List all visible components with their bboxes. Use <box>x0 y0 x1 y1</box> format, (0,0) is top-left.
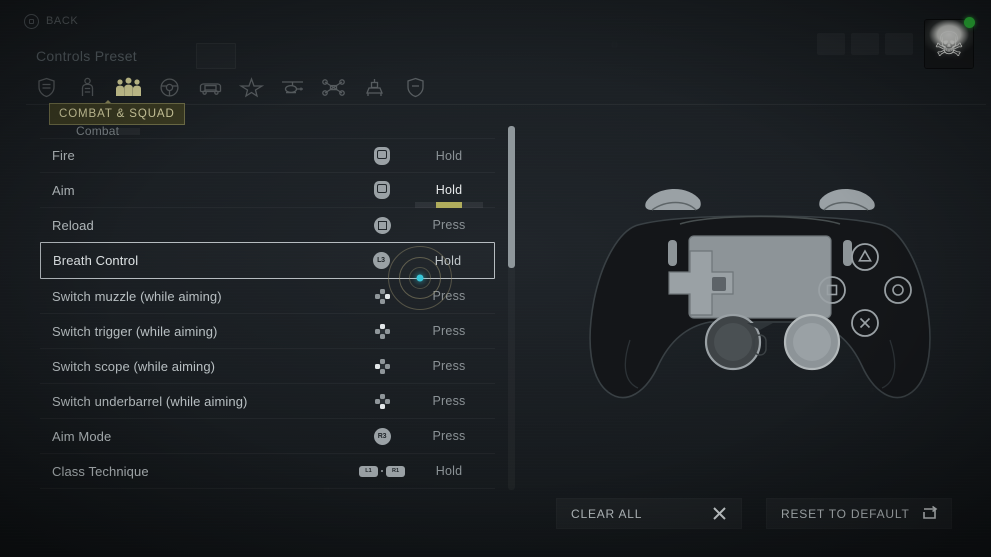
binding-name: Switch trigger (while aiming) <box>52 323 218 339</box>
binding-action-label: Hold <box>435 183 463 197</box>
reset-square-icon <box>921 505 938 522</box>
tab-shield[interactable] <box>26 70 67 104</box>
binding-name: Aim Mode <box>52 428 112 444</box>
circle-button-icon <box>24 13 39 29</box>
subsection-placeholder <box>118 128 140 135</box>
tab-soldier[interactable] <box>67 70 108 104</box>
tab-turret[interactable] <box>354 70 395 104</box>
clear-all-label: CLEAR ALL <box>571 506 643 521</box>
binding-action: Press <box>432 429 466 443</box>
dpad-down-icon <box>361 393 403 410</box>
table-row[interactable]: Switch muzzle (while aiming) Press <box>40 279 495 314</box>
binding-action: Hold <box>403 183 495 208</box>
binding-action: Press <box>432 218 466 232</box>
footer-action-bar[interactable]: CLEAR ALL RESET TO DEFAULT <box>556 498 952 529</box>
settings-screen: BACK ☠ Controls Preset COMBAT & SQUAD Co… <box>0 0 991 557</box>
l1-button-icon: L1 <box>359 465 378 477</box>
l3-label: L3 <box>372 252 390 269</box>
category-tab-bar[interactable] <box>26 70 436 104</box>
avatar[interactable]: ☠ <box>925 17 975 68</box>
tab-drone[interactable] <box>313 70 354 104</box>
subsection-header: Combat <box>76 124 120 138</box>
controls-preset-row[interactable]: Controls Preset <box>36 42 236 70</box>
table-row[interactable]: Switch trigger (while aiming) Press <box>40 314 495 349</box>
binding-name: Class Technique <box>52 463 149 479</box>
clear-all-button[interactable]: CLEAR ALL <box>556 498 742 529</box>
account-area: ☠ <box>817 17 975 68</box>
dualshock-controller-diagram <box>560 130 960 450</box>
tab-steering-wheel[interactable] <box>149 70 190 104</box>
binding-name: Switch muzzle (while aiming) <box>52 288 222 304</box>
back-button[interactable]: BACK <box>24 11 78 31</box>
tab-plane[interactable] <box>231 70 272 104</box>
table-row[interactable]: Switch scope (while aiming) Press <box>40 349 495 384</box>
tab-vehicle[interactable] <box>190 70 231 104</box>
trigger-l2-icon <box>361 181 403 199</box>
dpad-up-icon <box>361 323 403 340</box>
r3-stick-icon: R3 <box>361 427 403 445</box>
trigger-r2-icon <box>361 146 403 165</box>
table-row[interactable]: Breath Control L3 Hold <box>40 242 495 279</box>
table-row[interactable]: Fire Hold <box>40 138 495 173</box>
combo-separator <box>381 470 383 472</box>
binding-name: Switch underbarrel (while aiming) <box>52 393 248 409</box>
table-row[interactable]: Reload Press <box>40 208 495 243</box>
binding-action: Hold <box>434 253 462 268</box>
close-x-icon <box>711 505 728 522</box>
binding-action: Press <box>432 394 466 408</box>
header-placeholder-chip <box>885 33 913 55</box>
binding-action: Press <box>432 289 466 303</box>
table-row[interactable]: Aim Hold <box>40 173 495 208</box>
table-row[interactable]: Aim Mode R3 Press <box>40 419 495 454</box>
scrollbar-thumb[interactable] <box>508 126 515 268</box>
binding-action: Hold <box>435 464 463 478</box>
binding-action: Press <box>432 359 466 373</box>
table-row[interactable]: Class Technique L1 R1 Hold <box>40 454 495 489</box>
active-tab-tooltip: COMBAT & SQUAD <box>49 103 185 125</box>
r3-label: R3 <box>373 427 391 445</box>
list-scrollbar[interactable] <box>508 126 515 490</box>
key-bindings-list[interactable]: Fire Hold Aim Hold Reload Press Breath C… <box>40 138 495 490</box>
back-button-label: BACK <box>46 15 79 27</box>
reset-to-default-label: RESET TO DEFAULT <box>781 506 910 521</box>
tab-combat-and-squad[interactable] <box>108 70 149 104</box>
header-placeholder-chip <box>817 33 845 55</box>
controls-preset-value[interactable] <box>196 43 236 69</box>
reset-to-default-button[interactable]: RESET TO DEFAULT <box>766 498 952 529</box>
controls-preset-label: Controls Preset <box>36 48 137 64</box>
l3-stick-icon: L3 <box>360 252 402 269</box>
dpad-right-icon <box>361 288 403 305</box>
table-row[interactable]: Switch underbarrel (while aiming) Press <box>40 384 495 419</box>
binding-name: Fire <box>52 148 75 163</box>
tab-shield-alt[interactable] <box>395 70 436 104</box>
l1-r1-combo-icon: L1 R1 <box>359 465 405 477</box>
square-button-icon <box>361 216 403 234</box>
binding-name: Reload <box>52 217 94 233</box>
tab-helicopter[interactable] <box>272 70 313 104</box>
binding-name: Switch scope (while aiming) <box>52 358 216 374</box>
online-status-dot <box>964 17 975 28</box>
binding-name: Aim <box>52 182 75 198</box>
header-placeholder-chip <box>851 33 879 55</box>
binding-name: Breath Control <box>53 253 139 268</box>
binding-action: Hold <box>435 148 463 163</box>
dpad-left-icon <box>361 358 403 375</box>
binding-action: Press <box>432 324 466 338</box>
